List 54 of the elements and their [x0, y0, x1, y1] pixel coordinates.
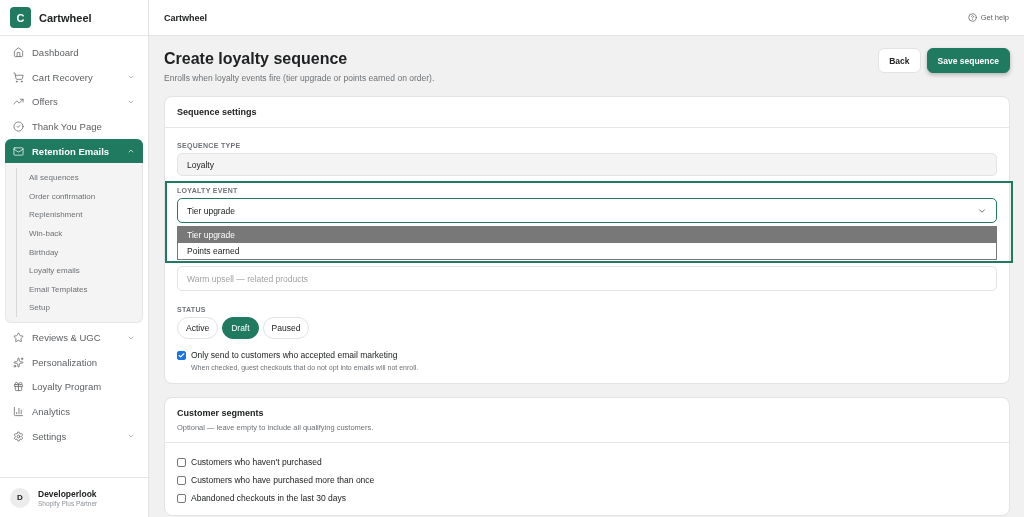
nav-item[interactable]: Personalization: [5, 349, 143, 375]
check-circle-icon: [13, 120, 24, 132]
nav-item[interactable]: Thank You Page: [5, 114, 143, 139]
page-subtitle: Enrolls when loyalty events fire (tier upgrade or points earned on order).: [164, 73, 435, 83]
submenu-item[interactable]: Replenishment: [29, 205, 142, 225]
readonly-field: Loyalty: [177, 153, 997, 176]
nav-item[interactable]: Loyalty Program: [5, 374, 143, 400]
checkbox[interactable]: [177, 493, 186, 503]
user-name: Developerlook: [38, 488, 98, 499]
select-field[interactable]: Tier upgrade: [177, 198, 997, 223]
secondary-button[interactable]: Back: [878, 48, 921, 73]
nav-item[interactable]: Offers: [5, 89, 143, 115]
checkbox-label: Abandoned checkouts in the last 30 days: [191, 493, 346, 503]
gift-icon: [13, 381, 24, 393]
card-title: Customer segments: [177, 408, 265, 418]
nav-item[interactable]: Retention Emails: [5, 138, 143, 164]
help-icon: [967, 13, 977, 22]
app-title: Cartwheel: [164, 12, 207, 23]
house-icon: [13, 46, 24, 58]
dropdown-option[interactable]: Tier upgrade: [178, 227, 996, 243]
submenu-item[interactable]: All sequences: [29, 168, 142, 188]
checkbox[interactable]: [177, 350, 186, 360]
nav-item[interactable]: Reviews & UGC: [5, 325, 143, 350]
card-title: Sequence settings: [177, 107, 258, 117]
nav-item[interactable]: Dashboard: [5, 40, 143, 65]
star-icon: [13, 332, 24, 344]
submenu-item[interactable]: Loyalty emails: [29, 261, 142, 280]
input-field[interactable]: Warm upsell — related products: [177, 266, 997, 291]
settings-icon: [13, 430, 24, 442]
submenu-item[interactable]: Win-back: [29, 224, 142, 243]
cart-icon: [13, 71, 24, 83]
checkbox-label: Only send to customers who accepted email marketing: [191, 350, 398, 360]
status-pill[interactable]: Active: [177, 317, 219, 339]
status-pill[interactable]: Paused: [262, 317, 310, 339]
submenu-item[interactable]: Email Templates: [29, 280, 142, 299]
submenu-item[interactable]: Setup: [29, 298, 142, 318]
brand-logo: C: [10, 7, 31, 28]
primary-button[interactable]: Save sequence: [926, 48, 1010, 73]
bar-chart-icon: [13, 406, 24, 418]
checkbox-label: Customers who have purchased more than once: [191, 475, 375, 485]
submenu-item[interactable]: Order confirmation: [29, 187, 142, 206]
checkbox-label: Customers who haven't purchased: [191, 457, 322, 467]
submenu-item[interactable]: Birthday: [29, 242, 142, 262]
sparkle-icon: [13, 356, 24, 368]
nav-item[interactable]: Settings: [5, 423, 143, 449]
mail-icon: [13, 145, 24, 157]
user-avatar: D: [10, 487, 30, 508]
page-title: Create loyalty sequence: [164, 50, 349, 68]
nav-item[interactable]: Cart Recovery: [5, 64, 143, 90]
nav-item[interactable]: Analytics: [5, 399, 143, 424]
checkbox[interactable]: [177, 457, 186, 467]
brand-name: Cartwheel: [39, 11, 92, 24]
status-pill[interactable]: Draft: [222, 317, 259, 339]
checkbox[interactable]: [177, 475, 186, 485]
